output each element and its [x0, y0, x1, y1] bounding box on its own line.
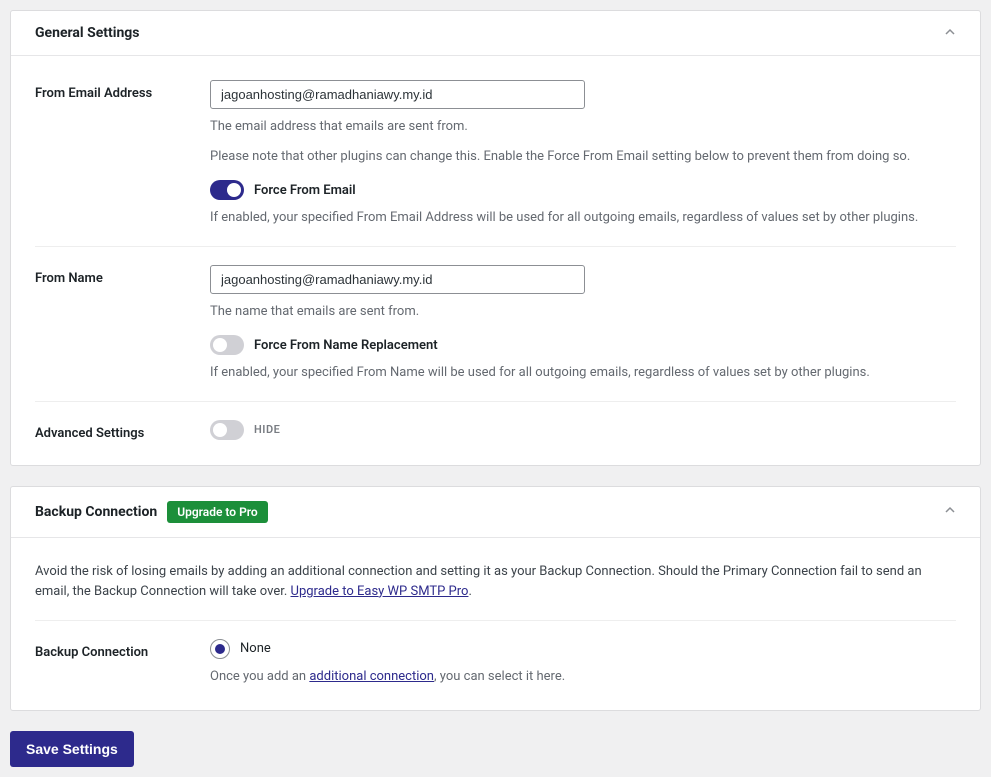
general-settings-body: From Email Address The email address tha…: [11, 56, 980, 465]
chevron-up-icon[interactable]: [944, 504, 956, 519]
from-email-label: From Email Address: [35, 80, 210, 101]
from-email-help-1: The email address that emails are sent f…: [210, 117, 956, 137]
backup-connection-title: Backup Connection: [35, 504, 157, 520]
force-from-email-toggle[interactable]: [210, 180, 244, 200]
backup-none-label: None: [240, 641, 271, 656]
upgrade-pro-link[interactable]: Upgrade to Easy WP SMTP Pro: [291, 584, 469, 599]
advanced-settings-row: Advanced Settings HIDE: [35, 402, 956, 441]
force-from-email-help: If enabled, your specified From Email Ad…: [210, 208, 956, 228]
backup-connection-title-wrap: Backup Connection Upgrade to Pro: [35, 501, 268, 523]
general-settings-panel: General Settings From Email Address The …: [10, 10, 981, 466]
save-settings-button[interactable]: Save Settings: [10, 731, 134, 767]
advanced-toggle-wrap: HIDE: [210, 420, 956, 440]
from-email-help-2: Please note that other plugins can chang…: [210, 147, 956, 167]
backup-description: Avoid the risk of losing emails by addin…: [35, 562, 956, 621]
toggle-knob: [227, 183, 241, 197]
from-email-input[interactable]: [210, 80, 585, 109]
from-name-label: From Name: [35, 265, 210, 286]
from-name-help: The name that emails are sent from.: [210, 302, 956, 322]
radio-dot-icon: [215, 644, 225, 654]
from-email-control: The email address that emails are sent f…: [210, 80, 956, 228]
force-from-email-wrap: Force From Email: [210, 180, 956, 200]
backup-desc-prefix: Avoid the risk of losing emails by addin…: [35, 564, 922, 599]
force-from-name-label: Force From Name Replacement: [254, 338, 438, 353]
advanced-settings-toggle[interactable]: [210, 420, 244, 440]
backup-connection-body: Avoid the risk of losing emails by addin…: [11, 538, 980, 711]
advanced-settings-label: Advanced Settings: [35, 420, 210, 441]
backup-help: Once you add an additional connection, y…: [210, 667, 956, 687]
upgrade-to-pro-badge[interactable]: Upgrade to Pro: [167, 501, 268, 523]
advanced-settings-toggle-text: HIDE: [254, 423, 280, 436]
backup-connection-row: Backup Connection None Once you add an a…: [35, 639, 956, 687]
force-from-name-help: If enabled, your specified From Name wil…: [210, 363, 956, 383]
toggle-knob: [213, 423, 227, 437]
backup-connection-control: None Once you add an additional connecti…: [210, 639, 956, 687]
chevron-up-icon[interactable]: [944, 26, 956, 41]
force-from-email-label: Force From Email: [254, 183, 356, 198]
from-name-input[interactable]: [210, 265, 585, 294]
backup-none-option: None: [210, 639, 956, 659]
force-from-name-wrap: Force From Name Replacement: [210, 335, 956, 355]
from-email-row: From Email Address The email address tha…: [35, 80, 956, 247]
advanced-settings-control: HIDE: [210, 420, 956, 440]
from-name-control: The name that emails are sent from. Forc…: [210, 265, 956, 383]
toggle-knob: [213, 338, 227, 352]
force-from-name-toggle[interactable]: [210, 335, 244, 355]
backup-desc-suffix: .: [468, 584, 471, 599]
backup-connection-label: Backup Connection: [35, 639, 210, 660]
backup-help-prefix: Once you add an: [210, 669, 309, 684]
backup-help-suffix: , you can select it here.: [434, 669, 565, 684]
additional-connection-link[interactable]: additional connection: [309, 669, 434, 684]
backup-connection-header[interactable]: Backup Connection Upgrade to Pro: [11, 487, 980, 538]
general-settings-header[interactable]: General Settings: [11, 11, 980, 56]
general-settings-title: General Settings: [35, 25, 140, 41]
backup-connection-panel: Backup Connection Upgrade to Pro Avoid t…: [10, 486, 981, 712]
backup-none-radio[interactable]: [210, 639, 230, 659]
from-name-row: From Name The name that emails are sent …: [35, 247, 956, 402]
